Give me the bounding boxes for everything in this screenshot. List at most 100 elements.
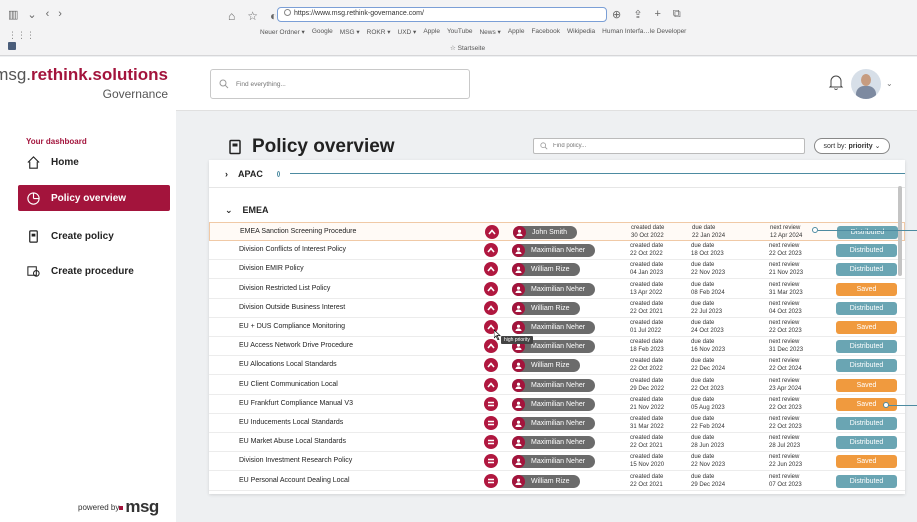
bell-icon[interactable] [828, 73, 844, 91]
back-icon[interactable]: ‹ [46, 8, 50, 21]
status-badge[interactable]: Distributed [837, 226, 898, 239]
status-badge[interactable]: Saved [836, 378, 897, 392]
owner-pill[interactable]: Maximilian Neher [512, 436, 596, 450]
table-row[interactable]: Division Restricted List Policy Maximilia… [209, 280, 905, 299]
priority-badge[interactable] [484, 416, 498, 430]
policy-name[interactable]: EU Client Communication Local [239, 381, 479, 388]
bookmark-item[interactable]: ROKR ▾ [367, 28, 391, 36]
tabs-icon[interactable]: ⧉ [673, 8, 681, 21]
sidebar-item-create-policy[interactable]: Create policy [18, 223, 170, 249]
owner-pill[interactable]: William Rize [512, 263, 580, 277]
policy-name[interactable]: EU Personal Account Dealing Local [239, 477, 479, 484]
status-badge[interactable]: Saved [836, 282, 897, 296]
policy-name[interactable]: Division EMIR Policy [239, 265, 479, 272]
table-row[interactable]: EU Client Communication Local Maximilian … [209, 376, 905, 395]
priority-badge[interactable] [484, 262, 498, 277]
new-tab-icon[interactable]: + [654, 8, 660, 21]
policy-name[interactable]: Division Outside Business Interest [239, 304, 479, 311]
bookmark-item[interactable]: News ▾ [479, 28, 500, 36]
priority-badge[interactable] [484, 339, 498, 354]
sidebar-toggle-icon[interactable]: ▥ [8, 8, 18, 21]
owner-pill[interactable]: Maximilian Neher [512, 282, 596, 296]
priority-badge[interactable] [484, 377, 498, 392]
policy-search-input[interactable] [553, 143, 631, 149]
policy-name[interactable]: Division Investment Research Policy [239, 457, 479, 464]
policy-name[interactable]: EU Inducements Local Standards [239, 419, 479, 426]
status-badge[interactable]: Distributed [836, 417, 897, 430]
grid-icon[interactable]: ⋮⋮⋮ [8, 30, 35, 41]
star-icon[interactable]: ☆ [247, 9, 258, 23]
bookmark-item[interactable]: Google [312, 28, 333, 36]
bookmark-item[interactable]: Human Interfa…le Developer [602, 28, 686, 36]
table-row[interactable]: Division Investment Research Policy Maxim… [209, 452, 905, 472]
policy-name[interactable]: Division Restricted List Policy [239, 285, 479, 292]
priority-badge[interactable] [484, 473, 498, 488]
region-emea[interactable]: ⌄ EMEA [209, 196, 905, 224]
status-badge[interactable]: Saved [836, 321, 897, 334]
share-icon[interactable]: ⇪ [633, 8, 642, 21]
bookmark-item[interactable]: MSG ▾ [340, 28, 360, 36]
priority-badge[interactable] [484, 454, 498, 469]
priority-badge[interactable] [484, 243, 498, 258]
status-badge[interactable]: Distributed [836, 436, 897, 450]
url-bar[interactable]: https://www.msg.rethink-governance.com/ [277, 7, 607, 22]
chevron-down-icon[interactable]: ⌄ [886, 79, 893, 88]
download-icon[interactable]: ⊕ [612, 8, 621, 21]
table-row[interactable]: Division Outside Business Interest Willia… [209, 299, 905, 318]
table-row[interactable]: EU Frankfurt Compliance Manual V3 Maximil… [209, 395, 905, 414]
policy-name[interactable]: EU Allocations Local Standards [239, 361, 479, 368]
bookmark-item[interactable]: YouTube [447, 28, 473, 36]
scrollbar[interactable] [898, 186, 902, 276]
status-badge[interactable]: Saved [836, 455, 897, 469]
bookmark-item[interactable]: UXD ▾ [398, 28, 417, 36]
policy-name[interactable]: EU Access Network Drive Procedure [239, 342, 479, 349]
owner-pill[interactable]: Maximilian Neher [512, 378, 596, 392]
table-row[interactable]: EMEA Sanction Screening Procedure John Sm… [209, 222, 905, 241]
owner-pill[interactable]: William Rize [512, 359, 580, 373]
bookmark-item[interactable]: Neuer Ordner ▾ [260, 28, 305, 36]
table-row[interactable]: EU Allocations Local Standards William Ri… [209, 356, 905, 376]
bookmark-item[interactable]: Facebook [531, 28, 560, 36]
priority-badge[interactable] [484, 396, 498, 411]
owner-pill[interactable]: Maximilian Neher [512, 321, 596, 334]
policy-name[interactable]: EU Frankfurt Compliance Manual V3 [239, 400, 479, 407]
forward-icon[interactable]: › [58, 8, 62, 21]
status-badge[interactable]: Distributed [836, 359, 897, 373]
bookmark-item[interactable]: Apple [423, 28, 440, 36]
home-browser-icon[interactable]: ⌂ [228, 9, 235, 23]
priority-badge[interactable] [485, 225, 499, 239]
table-row[interactable]: EU + DUS Compliance Monitoring Maximilian… [209, 318, 905, 337]
sidebar-item-create-procedure[interactable]: Create procedure [18, 258, 170, 284]
startseite-link[interactable]: ☆ Startseite [450, 44, 485, 52]
table-row[interactable]: Division EMIR Policy William Rize created … [209, 260, 905, 280]
table-row[interactable]: EU Market Abuse Local Standards Maximilia… [209, 433, 905, 453]
sort-dropdown[interactable]: sort by: priority ⌄ [814, 138, 890, 154]
table-row[interactable]: EU Personal Account Dealing Local William… [209, 472, 905, 491]
owner-pill[interactable]: Maximilian Neher [512, 244, 596, 258]
table-row[interactable]: EU Inducements Local Standards Maximilian… [209, 414, 905, 433]
priority-badge[interactable] [484, 358, 498, 373]
sidebar-item-policy-overview[interactable]: Policy overview [18, 185, 170, 211]
owner-pill[interactable]: Maximilian Neher [512, 455, 596, 469]
status-badge[interactable]: Distributed [836, 301, 897, 315]
priority-badge[interactable] [484, 281, 498, 296]
status-badge[interactable]: Distributed [836, 263, 897, 277]
status-badge[interactable]: Distributed [836, 340, 897, 354]
bookmark-item[interactable]: Wikipedia [567, 28, 595, 36]
owner-pill[interactable]: William Rize [512, 301, 580, 315]
policy-name[interactable]: EU + DUS Compliance Monitoring [239, 323, 479, 330]
owner-pill[interactable]: William Rize [512, 474, 580, 488]
policy-name[interactable]: EMEA Sanction Screening Procedure [240, 228, 480, 235]
table-row[interactable]: Division Conflicts of Interest Policy Max… [209, 241, 905, 261]
global-search-input[interactable] [236, 80, 436, 88]
owner-pill[interactable]: Maximilian Neher [512, 417, 596, 430]
bookmark-item[interactable]: Apple [508, 28, 525, 36]
avatar[interactable] [851, 69, 881, 99]
owner-pill[interactable]: John Smith [513, 226, 578, 239]
chevron-down-icon[interactable]: ⌄ [27, 8, 36, 21]
region-apac[interactable]: › APAC [209, 160, 905, 188]
status-badge[interactable]: Distributed [836, 474, 897, 488]
priority-badge[interactable] [484, 300, 498, 315]
status-badge[interactable]: Distributed [836, 244, 897, 258]
policy-name[interactable]: Division Conflicts of Interest Policy [239, 246, 479, 253]
